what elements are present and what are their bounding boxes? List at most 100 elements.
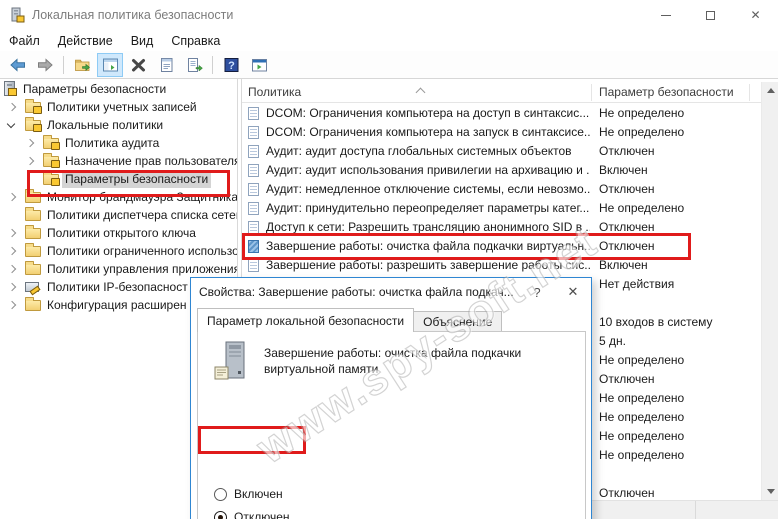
chevron-down-icon[interactable] [6,119,16,129]
menu-action[interactable]: Действие [49,32,122,50]
toolbar-separator [63,55,64,74]
policy-value: 10 входов в систему [599,315,713,329]
tree-item-label: Параметры безопасности [23,82,167,96]
tree-item-software-restriction[interactable]: Политики ограниченного использо [0,242,237,260]
policy-row[interactable]: Аудит: немедленное отключение системы, е… [242,180,762,199]
policy-doc-icon-selected [248,240,259,253]
policy-row[interactable]: Доступ к сети: Разрешить трансляцию анон… [242,218,762,237]
show-console-tree-button[interactable] [97,52,123,77]
delete-button[interactable] [125,53,151,77]
policy-value: Включен [599,163,648,177]
policy-doc-icon [248,164,259,177]
new-window-button[interactable] [246,53,272,77]
minimize-icon [660,14,671,16]
tree-item-app-control[interactable]: Политики управления приложения [0,260,238,278]
toolbar-separator [212,55,213,74]
policy-row[interactable]: Аудит: аудит использования привилегии на… [242,161,762,180]
tree-item-label: Локальные политики [47,118,164,132]
dialog-help-button[interactable]: ? [521,278,553,306]
folder-icon [25,243,41,257]
tree-item-security-settings-root[interactable]: Параметры безопасности [0,80,237,98]
chevron-right-icon[interactable] [25,156,35,166]
scroll-up-icon [766,88,775,93]
svg-text:?: ? [228,60,235,72]
properties-dialog: Свойства: Завершение работы: очистка фай… [190,277,592,519]
column-separator[interactable] [749,84,750,101]
policy-value: Отключен [599,372,655,386]
close-button[interactable]: ✕ [733,0,778,30]
tree-item-label: Назначение прав пользователя [65,154,238,168]
tree-item-account-policies[interactable]: Политики учетных записей [0,98,237,116]
tree-item-security-options[interactable]: Параметры безопасности [0,170,237,188]
policy-row[interactable]: Аудит: аудит доступа глобальных системны… [242,142,762,161]
radio-checked-icon[interactable] [214,510,227,519]
tree-item-network-list-manager[interactable]: Политики диспетчера списка сетей [0,206,237,224]
export-list-button[interactable] [181,53,207,77]
policy-row[interactable]: Завершение работы: разрешить завершение … [242,256,762,275]
tree-item-label: Параметры безопасности [62,170,212,188]
policy-row-selected[interactable]: Завершение работы: очистка файла подкачк… [242,237,762,256]
export-button[interactable] [69,53,95,77]
policy-server-icon [212,341,252,383]
policy-row[interactable]: Аудит: принудительно переопределяет пара… [242,199,762,218]
close-icon: ✕ [750,8,761,22]
tree-item-public-key-policies[interactable]: Политики открытого ключа [0,224,237,242]
menu-help[interactable]: Справка [162,32,229,50]
chevron-right-icon[interactable] [7,228,17,238]
policy-name: Доступ к сети: Разрешить трансляцию анон… [266,220,590,234]
vertical-scrollbar[interactable] [761,82,778,500]
chevron-right-icon[interactable] [7,192,17,202]
window-title: Локальная политика безопасности [32,8,234,22]
policy-doc-icon [248,259,259,272]
properties-button[interactable] [153,53,179,77]
tree-item-audit-policy[interactable]: Политика аудита [0,134,237,152]
console-tree-panel-icon [102,58,118,71]
policy-value: Не определено [599,201,685,215]
tree-item-label: Политики управления приложения [47,262,238,276]
policy-name: DCOM: Ограничения компьютера на доступ в… [266,106,590,120]
dialog-policy-description: Завершение работы: очистка файла подкачк… [264,346,522,376]
scroll-down-icon [766,489,775,494]
policy-value: Отключен [599,220,655,234]
back-arrow-icon [9,57,25,72]
tree-item-user-rights[interactable]: Назначение прав пользователя [0,152,238,170]
folder-lock-icon [25,117,42,132]
policy-doc-icon [248,107,259,120]
tree-item-label: Политики учетных записей [47,100,197,114]
menu-view[interactable]: Вид [122,32,163,50]
help-button[interactable]: ? [218,53,244,77]
scroll-down-button[interactable] [762,483,778,500]
column-header-security-setting[interactable]: Параметр безопасности [599,82,747,103]
radio-unchecked-icon[interactable] [214,487,227,501]
radio-enabled[interactable]: Включен [214,486,283,502]
policy-row[interactable]: DCOM: Ограничения компьютера на запуск в… [242,123,762,142]
column-separator[interactable] [591,84,592,101]
scroll-up-button[interactable] [762,82,778,99]
back-button[interactable] [4,53,30,77]
minimize-button[interactable] [643,0,688,30]
tree-item-firewall-monitor[interactable]: Монитор брандмауэра Защитника [0,188,237,206]
tab-explain[interactable]: Объяснение [414,311,503,332]
policy-value: Не определено [599,410,685,424]
policy-value: Отключен [599,144,655,158]
chevron-right-icon[interactable] [7,246,17,256]
policy-row[interactable]: DCOM: Ограничения компьютера на доступ в… [242,104,762,123]
policy-value: Включен [599,258,648,272]
forward-button[interactable] [32,53,58,77]
policy-value: 5 дн. [599,334,626,348]
chevron-right-icon[interactable] [7,102,17,112]
chevron-right-icon[interactable] [7,264,17,274]
folder-icon [25,189,41,203]
tree-item-local-policies[interactable]: Локальные политики [0,116,237,134]
tree-item-label: Политики открытого ключа [47,226,196,240]
tab-local-security-setting[interactable]: Параметр локальной безопасности [197,308,415,332]
menu-file[interactable]: Файл [0,32,49,50]
maximize-button[interactable] [688,0,733,30]
chevron-right-icon[interactable] [7,300,17,310]
radio-disabled[interactable]: Отключен [214,509,290,519]
chevron-right-icon[interactable] [25,138,35,148]
chevron-right-icon[interactable] [7,282,17,292]
policy-value: Отключен [599,239,655,253]
dialog-close-button[interactable]: ✕ [557,278,589,306]
new-window-icon [251,58,267,71]
